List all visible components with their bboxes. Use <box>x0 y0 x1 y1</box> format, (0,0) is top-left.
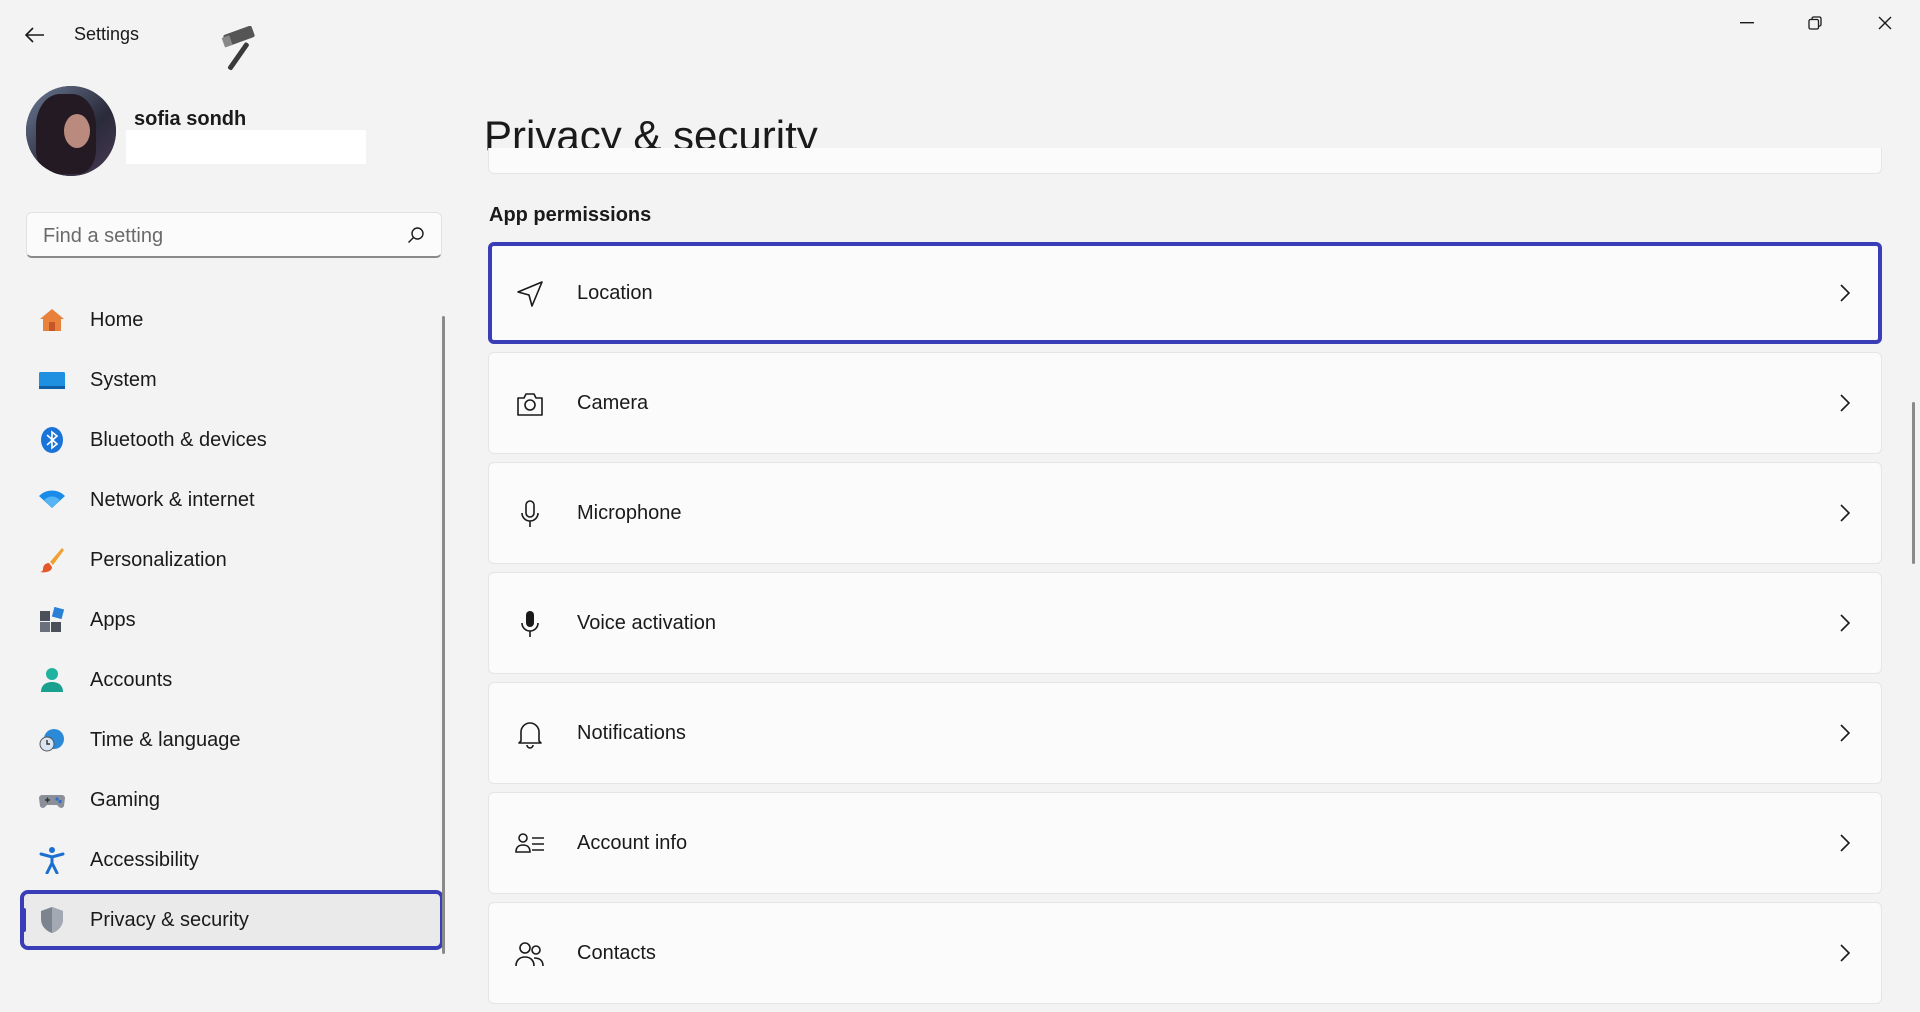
camera-icon <box>517 393 543 416</box>
hammer-icon <box>221 26 255 71</box>
voice-activation-icon <box>521 611 539 637</box>
sidebar-item-system[interactable]: System <box>22 352 442 408</box>
search-input[interactable] <box>41 221 405 251</box>
apps-icon <box>40 606 65 632</box>
search-box[interactable] <box>26 212 442 258</box>
section-heading: App permissions <box>489 204 652 226</box>
app-permissions-list: Location Camera Microphone Voice activat… <box>488 242 1882 1012</box>
permission-location[interactable]: Location <box>488 242 1882 344</box>
permission-microphone[interactable]: Microphone <box>488 462 1882 564</box>
sidebar-item-gaming[interactable]: Gaming <box>22 772 442 828</box>
title-bar: Settings <box>0 0 1920 71</box>
brush-icon <box>40 548 64 573</box>
sidebar-item-apps[interactable]: Apps <box>22 592 442 648</box>
home-icon <box>40 309 64 331</box>
chevron-right-icon <box>1840 944 1851 962</box>
sidebar-scrollbar[interactable] <box>442 316 445 954</box>
search-icon <box>408 227 424 243</box>
bluetooth-icon <box>41 427 63 453</box>
sidebar-item-privacy-security[interactable]: Privacy & security <box>20 890 444 950</box>
selected-indicator <box>22 908 26 932</box>
account-info-icon <box>515 833 544 853</box>
previous-setting-card <box>488 148 1882 174</box>
chevron-right-icon <box>1840 614 1851 632</box>
permission-camera[interactable]: Camera <box>488 352 1882 454</box>
restore-button[interactable] <box>1792 10 1838 36</box>
permission-account-info[interactable]: Account info <box>488 792 1882 894</box>
chevron-right-icon <box>1840 724 1851 742</box>
microphone-icon <box>521 500 539 527</box>
app-title: Settings <box>74 24 140 44</box>
wifi-icon <box>39 490 65 508</box>
sidebar-item-network[interactable]: Network & internet <box>22 472 442 528</box>
back-button[interactable] <box>18 18 52 52</box>
sidebar-nav: Home System Bluetooth & devices Network … <box>20 292 444 952</box>
user-name: sofia sondh <box>134 108 247 130</box>
chevron-right-icon <box>1840 834 1851 852</box>
close-icon <box>1878 16 1892 30</box>
user-email-redacted <box>126 130 366 164</box>
minimize-icon <box>1740 22 1754 24</box>
gamepad-icon <box>39 795 65 808</box>
accounts-icon <box>41 668 63 692</box>
sidebar-item-time-language[interactable]: Time & language <box>22 712 442 768</box>
main-scrollbar[interactable] <box>1912 402 1915 564</box>
time-language-icon <box>39 729 64 752</box>
accessibility-icon <box>39 847 65 874</box>
close-button[interactable] <box>1862 10 1908 36</box>
sidebar-item-bluetooth[interactable]: Bluetooth & devices <box>22 412 442 468</box>
system-icon <box>39 372 65 389</box>
back-arrow-icon <box>25 27 44 43</box>
avatar <box>26 86 116 176</box>
sidebar-item-accounts[interactable]: Accounts <box>22 652 442 708</box>
chevron-right-icon <box>1840 394 1851 412</box>
sidebar-item-home[interactable]: Home <box>22 292 442 348</box>
contacts-icon <box>515 942 544 967</box>
permission-notifications[interactable]: Notifications <box>488 682 1882 784</box>
chevron-right-icon <box>1840 504 1851 522</box>
bell-icon <box>518 722 542 749</box>
location-icon <box>517 281 543 307</box>
sidebar-item-personalization[interactable]: Personalization <box>22 532 442 588</box>
permission-contacts[interactable]: Contacts <box>488 902 1882 1004</box>
minimize-button[interactable] <box>1724 10 1770 36</box>
permission-voice-activation[interactable]: Voice activation <box>488 572 1882 674</box>
restore-icon <box>1808 16 1822 30</box>
sidebar-item-accessibility[interactable]: Accessibility <box>22 832 442 888</box>
shield-icon <box>41 907 63 933</box>
chevron-right-icon <box>1840 284 1851 302</box>
